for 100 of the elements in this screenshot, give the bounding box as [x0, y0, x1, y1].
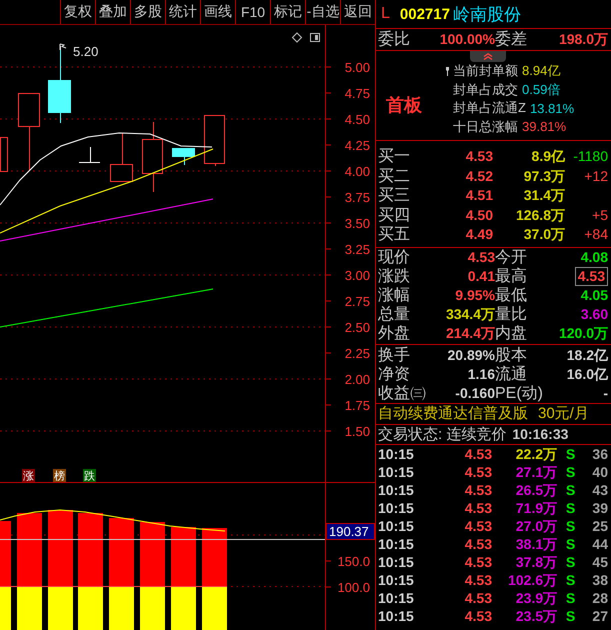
toolbar-button[interactable]: 统计 [165, 0, 200, 24]
bid-label: 买三 [378, 186, 411, 206]
stat-value: 18.2亿 [566, 346, 608, 364]
tick-side: S [564, 606, 576, 624]
board-value: 0.59倍 [522, 80, 560, 99]
board-value: 13.81% [530, 100, 574, 116]
candlestick [142, 122, 163, 192]
tick-count: 40 [591, 462, 608, 480]
stat-label: PE(动) [495, 384, 543, 404]
bid-price: 4.53 [464, 147, 493, 166]
stat-label: 量比 [495, 304, 528, 324]
stat-label: 内盘 [495, 324, 528, 342]
stat-value: 4.05 [580, 286, 608, 302]
tick-time: 10:15 [378, 534, 415, 552]
stat-value: 4.53 [468, 248, 495, 264]
order-ratio-value: 100.00% [438, 30, 495, 49]
price-label: 2.25 [344, 346, 370, 361]
candlestick [110, 132, 133, 182]
bid-price: 4.50 [464, 206, 493, 225]
bid-volume: 8.9亿 [530, 147, 565, 166]
flag-icon [60, 44, 66, 50]
bid-label: 买二 [378, 166, 411, 186]
toolbar-button[interactable]: 复权 [60, 0, 95, 24]
collapse-button[interactable] [470, 51, 506, 62]
panel-toggle-icon [310, 33, 320, 42]
tick-time: 10:15 [378, 552, 415, 570]
stock-code: 002717 [400, 6, 450, 22]
diamond-icon [292, 32, 302, 43]
promo-link[interactable]: 自动续费通达信普及版 [378, 404, 528, 423]
bid-change: +5 [591, 206, 608, 225]
tick-time: 10:15 [378, 444, 415, 462]
board-label: 封单占成交 [453, 80, 518, 99]
stat-value: 16.0亿 [566, 364, 608, 384]
price-label: 3.00 [344, 268, 370, 283]
tick-price: 4.53 [464, 570, 492, 588]
price-label: 4.75 [344, 86, 370, 101]
tick-count: 45 [591, 552, 608, 570]
tick-time: 10:15 [378, 516, 415, 534]
tick-count: 43 [591, 480, 608, 498]
indicator-tag: 跌 [83, 469, 96, 482]
candlestick [78, 146, 100, 163]
tick-side: S [564, 570, 576, 588]
toolbar-button[interactable]: -自选 [305, 0, 340, 24]
stat-value: 9.95% [455, 286, 495, 302]
tick-volume: 27.0万 [514, 516, 557, 534]
bid-volume: 31.4万 [522, 186, 565, 206]
bid-change: +84 [583, 225, 608, 244]
tick-price: 4.53 [464, 462, 492, 480]
bid-change: -1180 [572, 147, 608, 166]
tick-time: 10:15 [378, 480, 415, 498]
tick-time: 10:15 [378, 462, 415, 480]
price-label: 5.00 [344, 60, 370, 75]
current-value-tag: 190.37 [326, 523, 375, 540]
stat-value: 4.08 [580, 248, 608, 264]
stat-value: 120.0万 [558, 324, 608, 340]
board-label: 封单占流通Z [453, 99, 526, 118]
trade-status: 交易状态: 连续竞价 [378, 424, 506, 444]
stat-value: 0.41 [468, 268, 495, 284]
tick-price: 4.53 [464, 516, 492, 534]
stat-label: 股本 [495, 346, 528, 366]
tick-count: 25 [591, 516, 608, 534]
tick-volume: 71.9万 [514, 498, 557, 516]
stat-value: 1.16 [468, 364, 495, 384]
stat-label: 涨幅 [378, 286, 411, 304]
tick-price: 4.53 [464, 534, 492, 552]
tick-time: 10:15 [378, 588, 415, 606]
stat-label: 净资 [378, 364, 411, 384]
stat-label: 收益㈢ [378, 384, 426, 404]
order-diff-value: 198.0万 [558, 30, 608, 49]
tick-price: 4.53 [464, 552, 492, 570]
stat-value: 334.4万 [446, 306, 495, 322]
tick-count: 39 [591, 498, 608, 516]
stat-label: 流通 [495, 364, 528, 384]
price-label: 3.75 [344, 190, 370, 205]
tick-volume: 23.9万 [514, 588, 557, 606]
tick-price: 4.53 [464, 588, 492, 606]
stat-value: 20.89% [448, 346, 495, 364]
tick-count: 38 [591, 570, 608, 588]
board-label: 十日总涨幅 [453, 118, 518, 136]
board-title: 首板 [385, 94, 423, 117]
high-price-label: 5.20 [73, 44, 98, 59]
double-chevron-icon [483, 53, 493, 60]
stat-label: 外盘 [378, 324, 411, 342]
tick-volume: 26.5万 [514, 480, 557, 498]
tick-side: S [564, 534, 576, 552]
price-label: 2.75 [344, 294, 370, 309]
tick-side: S [564, 498, 576, 516]
price-label: 4.50 [344, 112, 370, 127]
board-label: 当前封单额 [453, 62, 518, 80]
stat-label: 今开 [495, 248, 528, 266]
promo-price: 30元/月 [538, 404, 589, 423]
tick-volume: 27.1万 [514, 462, 557, 480]
tick-side: S [564, 480, 576, 498]
tick-side: S [564, 552, 576, 570]
tick-volume: 102.6万 [506, 570, 557, 588]
market-label: L [381, 5, 390, 23]
volume-axis-label: 100.0 [337, 580, 370, 595]
volume-axis-label: 150.0 [337, 554, 370, 569]
stat-label: 最高 [495, 266, 528, 286]
tick-volume: 38.1万 [514, 534, 557, 552]
